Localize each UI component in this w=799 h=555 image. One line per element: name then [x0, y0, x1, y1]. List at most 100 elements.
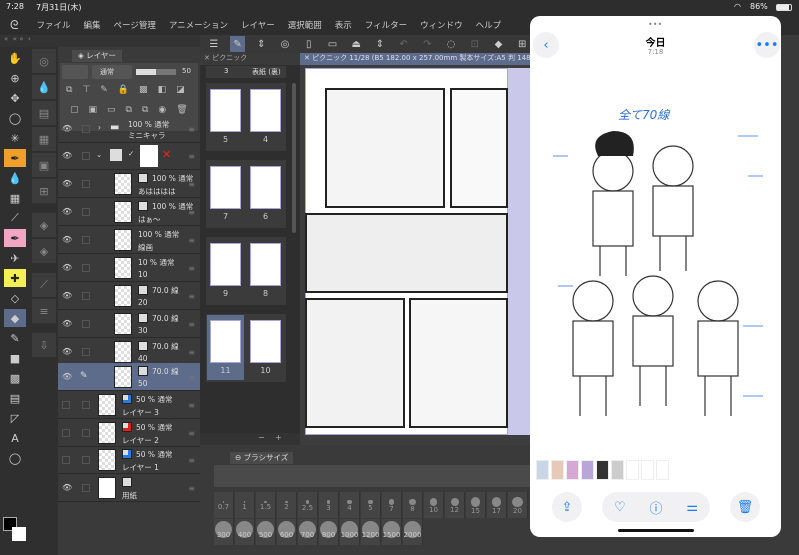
layer-menu-icon[interactable]: ≡ [188, 456, 195, 465]
gradient-icon[interactable]: ■ [4, 349, 26, 367]
layer-row[interactable]: 👁 用紙 ≡ [58, 474, 200, 502]
blend-icon[interactable]: 💧 [32, 75, 56, 99]
lock-toggle[interactable] [82, 264, 90, 272]
brush-size-option[interactable]: 500 [256, 519, 276, 545]
lock-toggle[interactable] [82, 320, 90, 328]
layer-menu-icon[interactable]: ≡ [188, 208, 195, 217]
ruler-icon[interactable]: ◪ [176, 85, 185, 95]
magic-wand-icon[interactable]: ✳ [4, 129, 26, 147]
eye-icon[interactable]: 👁 [62, 151, 72, 160]
brush-size-option[interactable]: 0.7 [214, 492, 234, 518]
mask-icon[interactable]: ◧ [158, 85, 167, 95]
layer-menu-icon[interactable]: ≡ [188, 320, 195, 329]
brush-size-option[interactable]: 700 [298, 519, 318, 545]
layer-row[interactable]: 👁 70.0 線 30 ≡ [58, 310, 200, 338]
brush-size-option[interactable]: 1 [235, 492, 255, 518]
brush-size-option[interactable]: 1.5 [256, 492, 276, 518]
open-folder-icon[interactable]: ▭ [325, 36, 341, 52]
brush-size-option[interactable]: 8 [403, 492, 423, 518]
chevron-right-icon[interactable]: › [98, 123, 101, 132]
delete-button[interactable]: 🗑 [730, 492, 760, 522]
layer-row[interactable]: 👁 100 % 通常 はぁ〜 ≡ [58, 198, 200, 226]
layer-row[interactable]: 👁 ✎ 70.0 線 50 ≡ [58, 363, 200, 391]
page-thumbnail[interactable] [250, 89, 281, 132]
document-tab[interactable]: ✕ ピクニック 11/28 (B5 182.00 x 257.00mm 製本サイ… [300, 53, 530, 65]
pen-fill-icon[interactable]: ✎ [4, 329, 26, 347]
expression-color-select[interactable] [62, 65, 88, 79]
edit-toggle-icon[interactable]: ✎ [229, 36, 246, 52]
lock-icon[interactable]: 🔒 [118, 85, 129, 95]
page-thumbnail[interactable] [210, 320, 241, 363]
new-file-icon[interactable]: ▯ [301, 36, 317, 52]
favorite-button[interactable]: ♡ [614, 500, 626, 515]
layer-row[interactable]: 👁 100 % 通常 線画 ≡ [58, 226, 200, 254]
menu-item[interactable]: ヘルプ [476, 19, 502, 31]
brush-size-option[interactable]: 5 [361, 492, 381, 518]
photo-thumbnail[interactable] [656, 460, 669, 480]
lock-toggle[interactable] [82, 236, 90, 244]
zoom-icon[interactable]: ⊕ [4, 69, 26, 87]
companion-icon[interactable]: ◎ [277, 36, 293, 52]
grid-icon[interactable]: ▦ [4, 189, 26, 207]
layer-menu-icon[interactable]: ≡ [188, 373, 195, 382]
tab-layer[interactable]: ◈ レイヤー [72, 50, 122, 62]
eraser-icon[interactable]: ◇ [4, 289, 26, 307]
fill-icon[interactable]: ◆ [491, 36, 507, 52]
brush-size-option[interactable]: 1200 [361, 519, 381, 545]
lock-toggle[interactable] [82, 348, 90, 356]
film-icon[interactable]: ▤ [32, 101, 56, 125]
grid-icon[interactable]: ▦ [32, 127, 56, 151]
hand-icon[interactable]: ✋ [4, 49, 26, 67]
layer-row[interactable]: 50 % 通常 レイヤー 1 ≡ [58, 446, 200, 474]
updown-icon[interactable]: ⇕ [372, 36, 388, 52]
clip-icon[interactable]: ⧉ [66, 85, 72, 95]
deselect-icon[interactable]: ◌ [443, 36, 459, 52]
share-button[interactable]: ⇪ [552, 492, 582, 522]
brush-size-option[interactable]: 2000 [403, 519, 423, 545]
brush-size-option[interactable]: 1000 [340, 519, 360, 545]
lock-transparency-icon[interactable]: ▩ [139, 85, 148, 95]
draft-icon[interactable]: ✎ [100, 85, 108, 95]
brush-size-option[interactable]: 2.5 [298, 492, 318, 518]
menu-item[interactable]: レイヤー [241, 19, 275, 31]
sliders-icon[interactable]: ≡ [32, 299, 56, 323]
layer-row[interactable]: 50 % 通常 レイヤー 3 ≡ [58, 391, 200, 419]
brush-size-option[interactable]: 10 [424, 492, 444, 518]
menu-item[interactable]: ウィンドウ [420, 19, 463, 31]
brush-size-option[interactable]: 400 [235, 519, 255, 545]
photo-thumbnail[interactable] [596, 460, 609, 480]
lock-toggle[interactable] [82, 125, 90, 133]
brush-size-option[interactable]: 3 [319, 492, 339, 518]
brush-size-option[interactable]: 20 [508, 492, 528, 518]
lock-toggle[interactable] [82, 152, 90, 160]
menu-item[interactable]: アニメーション [169, 19, 228, 31]
eye-icon[interactable]: 👁 [62, 372, 72, 381]
eye-icon[interactable]: 👁 [62, 319, 72, 328]
menu-item[interactable]: 表示 [335, 19, 352, 31]
lock-toggle[interactable] [82, 292, 90, 300]
layer-menu-icon[interactable]: ≡ [188, 401, 195, 410]
brush-size-option[interactable]: 17 [487, 492, 507, 518]
eye-icon[interactable]: 👁 [62, 235, 72, 244]
page-scrollbar[interactable] [292, 83, 296, 233]
eye-icon[interactable]: 👁 [62, 179, 72, 188]
crop-icon[interactable]: ⊡ [467, 36, 483, 52]
canvas-page[interactable] [305, 68, 530, 435]
layer-menu-icon[interactable]: ≡ [188, 292, 195, 301]
visibility-toggle[interactable] [62, 456, 70, 464]
lock-toggle[interactable] [82, 180, 90, 188]
layer-row[interactable]: 👁 › ▬ 100 % 通常 ミニキャラ ≡ [58, 115, 200, 143]
lock-toggle[interactable] [82, 456, 90, 464]
brush-size-option[interactable]: 12 [445, 492, 465, 518]
eye-icon[interactable]: 👁 [62, 263, 72, 272]
fill-bucket-icon[interactable]: ◆ [4, 309, 26, 327]
eyedropper-icon[interactable]: ⟋ [4, 209, 26, 227]
layer-menu-icon[interactable]: ≡ [188, 152, 195, 161]
opacity-value[interactable]: 50 [182, 67, 191, 75]
sub-color-swatch[interactable] [12, 527, 26, 541]
modules-icon[interactable]: ⊞ [32, 179, 56, 203]
zoom-out-button[interactable]: − [258, 433, 265, 442]
layer-menu-icon[interactable]: ≡ [188, 348, 195, 357]
page-thumbnail[interactable] [250, 320, 281, 363]
lock-toggle[interactable] [82, 484, 90, 492]
